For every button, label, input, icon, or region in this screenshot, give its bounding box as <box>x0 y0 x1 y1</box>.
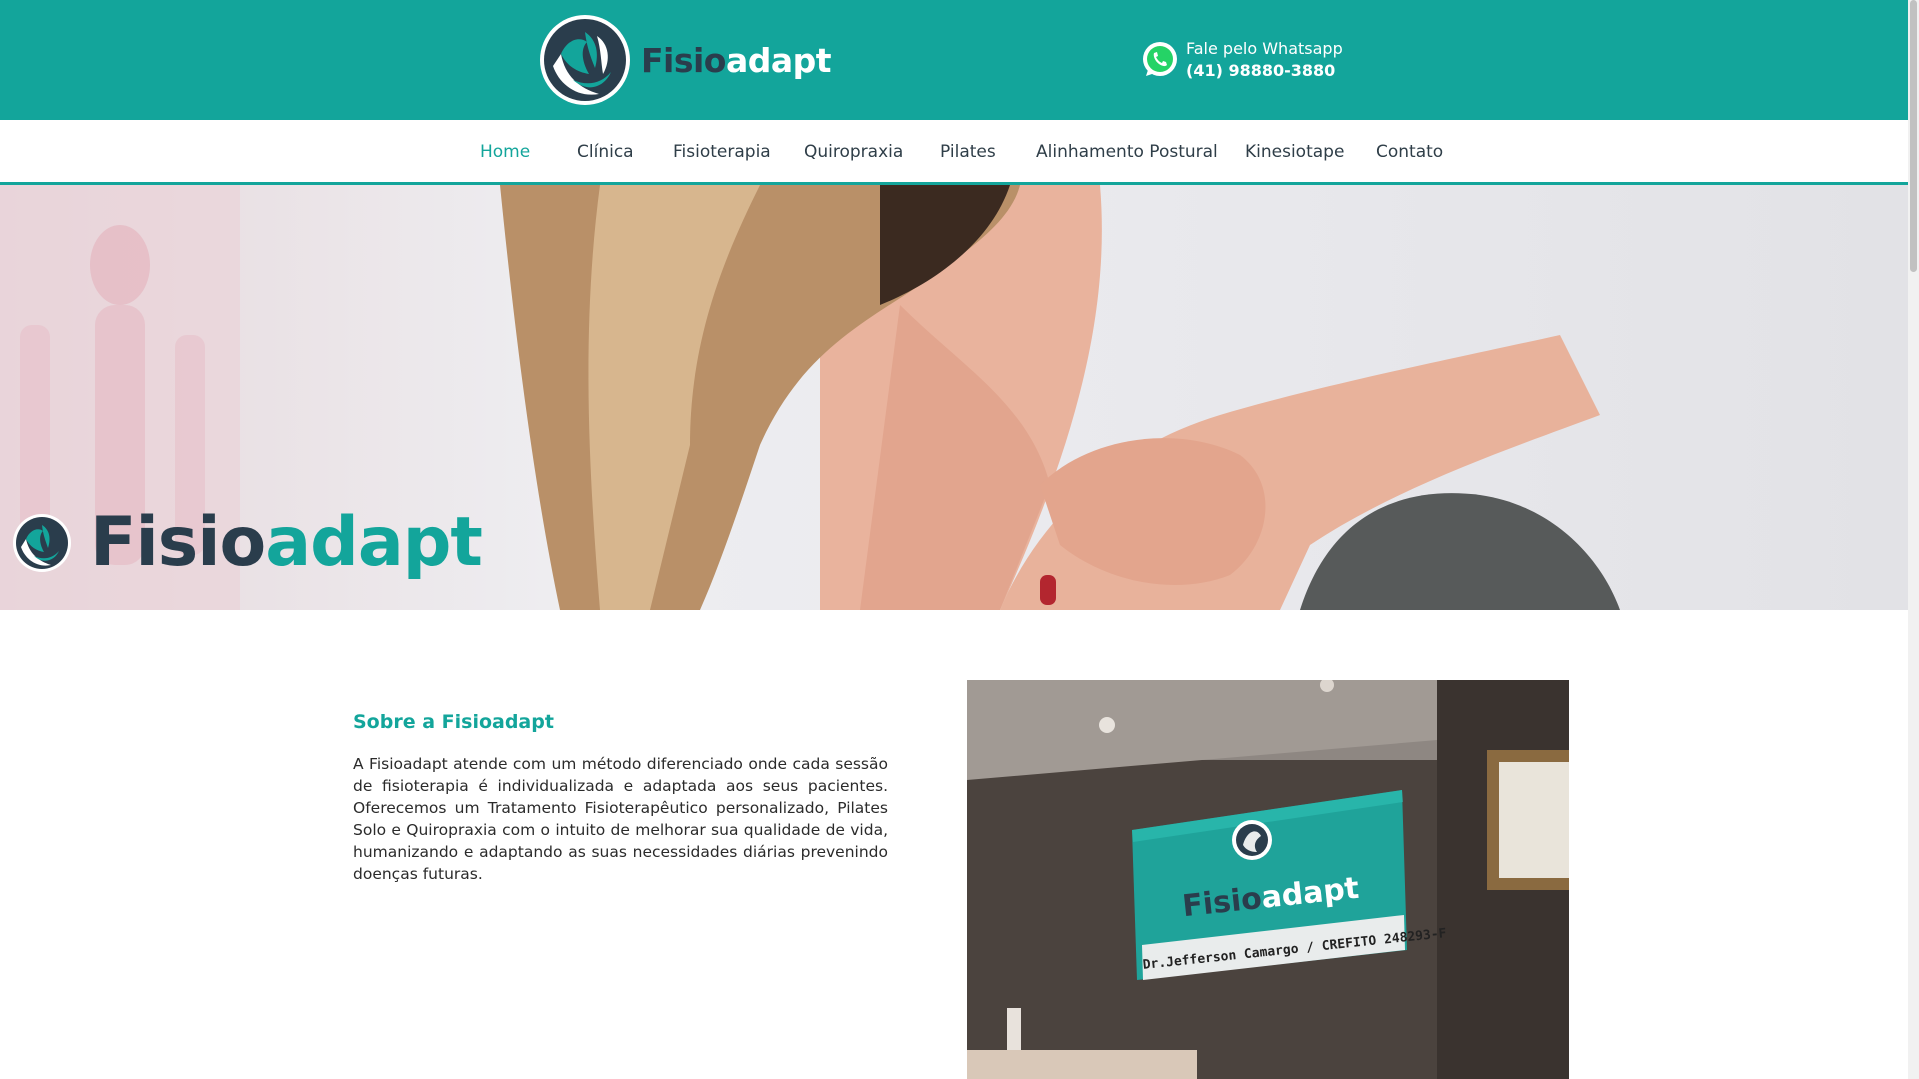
whatsapp-label: Fale pelo Whatsapp <box>1186 39 1343 58</box>
nav-item-quiropraxia[interactable]: Quiropraxia <box>804 142 903 162</box>
brand-name: Fisioadapt <box>641 40 832 80</box>
hero-banner: Fisioadapt <box>0 185 1908 610</box>
nav-item-alinhamento-postural[interactable]: Alinhamento Postural <box>1036 142 1218 162</box>
whatsapp-text: Fale pelo Whatsapp (41) 98880-3880 <box>1186 38 1343 82</box>
brand-name-part1: Fisio <box>641 40 726 80</box>
brand-logo-icon <box>540 15 630 105</box>
clinic-photo: Fisioadapt Dr.Jefferson Camargo / CREFIT… <box>967 680 1569 1079</box>
nav-item-fisioterapia[interactable]: Fisioterapia <box>673 142 771 162</box>
hero-logo-icon <box>13 513 71 572</box>
header-brand[interactable]: Fisioadapt <box>539 14 832 106</box>
hero-brand: Fisioadapt <box>12 503 483 582</box>
hero-title-part2: adapt <box>265 503 483 582</box>
nav-item-pilates[interactable]: Pilates <box>940 142 996 162</box>
whatsapp-phone[interactable]: (41) 98880-3880 <box>1186 60 1343 82</box>
brand-name-part2: adapt <box>725 40 832 80</box>
scrollbar-thumb[interactable] <box>1910 0 1917 272</box>
whatsapp-icon <box>1143 42 1177 76</box>
site-header: Fisioadapt Fale pelo Whatsapp (41) 98880… <box>0 0 1908 120</box>
nav-item-home[interactable]: Home <box>480 142 530 162</box>
hero-title: Fisioadapt <box>90 503 483 582</box>
about-title: Sobre a Fisioadapt <box>353 711 554 733</box>
about-text: A Fisioadapt atende com um método difere… <box>353 755 888 883</box>
main-nav: Home Clínica Fisioterapia Quiropraxia Pi… <box>0 120 1908 185</box>
whatsapp-contact[interactable]: Fale pelo Whatsapp (41) 98880-3880 <box>1140 38 1343 82</box>
nav-item-kinesiotape[interactable]: Kinesiotape <box>1245 142 1344 162</box>
page-scrollbar[interactable] <box>1908 0 1919 1079</box>
nav-item-clinica[interactable]: Clínica <box>577 142 634 162</box>
nav-item-contato[interactable]: Contato <box>1376 142 1443 162</box>
hero-title-part1: Fisio <box>90 503 266 582</box>
